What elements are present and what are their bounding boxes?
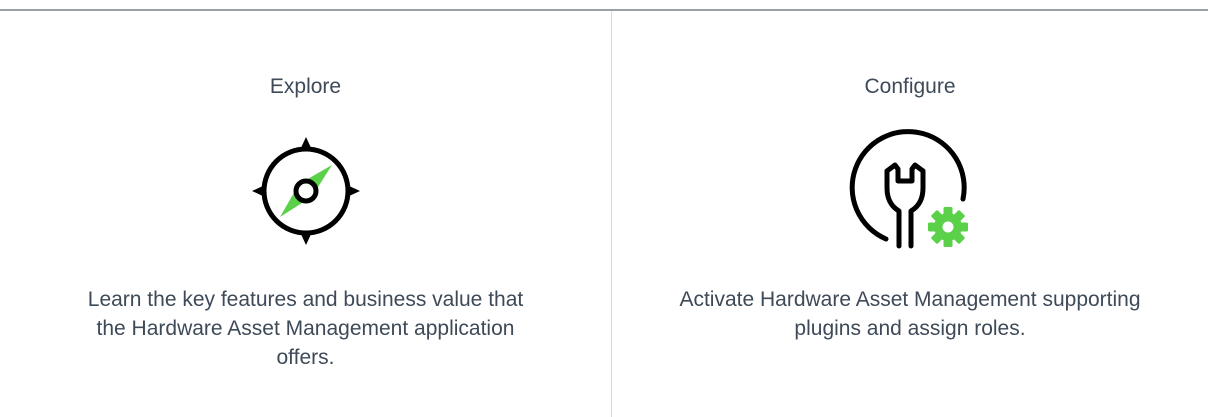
configure-card-description: Activate Hardware Asset Management suppo… [679,288,1141,340]
configure-card[interactable]: Configure Activate Hardware Asset Manage… [612,11,1208,417]
explore-card-description: Learn the key features and business valu… [87,288,524,369]
compass-icon [236,121,376,261]
explore-card-title: Explore [269,75,342,98]
explore-card[interactable]: Explore Learn the key features and busin… [0,11,611,417]
wrench-gear-icon [840,121,980,261]
configure-card-title: Configure [864,75,956,98]
